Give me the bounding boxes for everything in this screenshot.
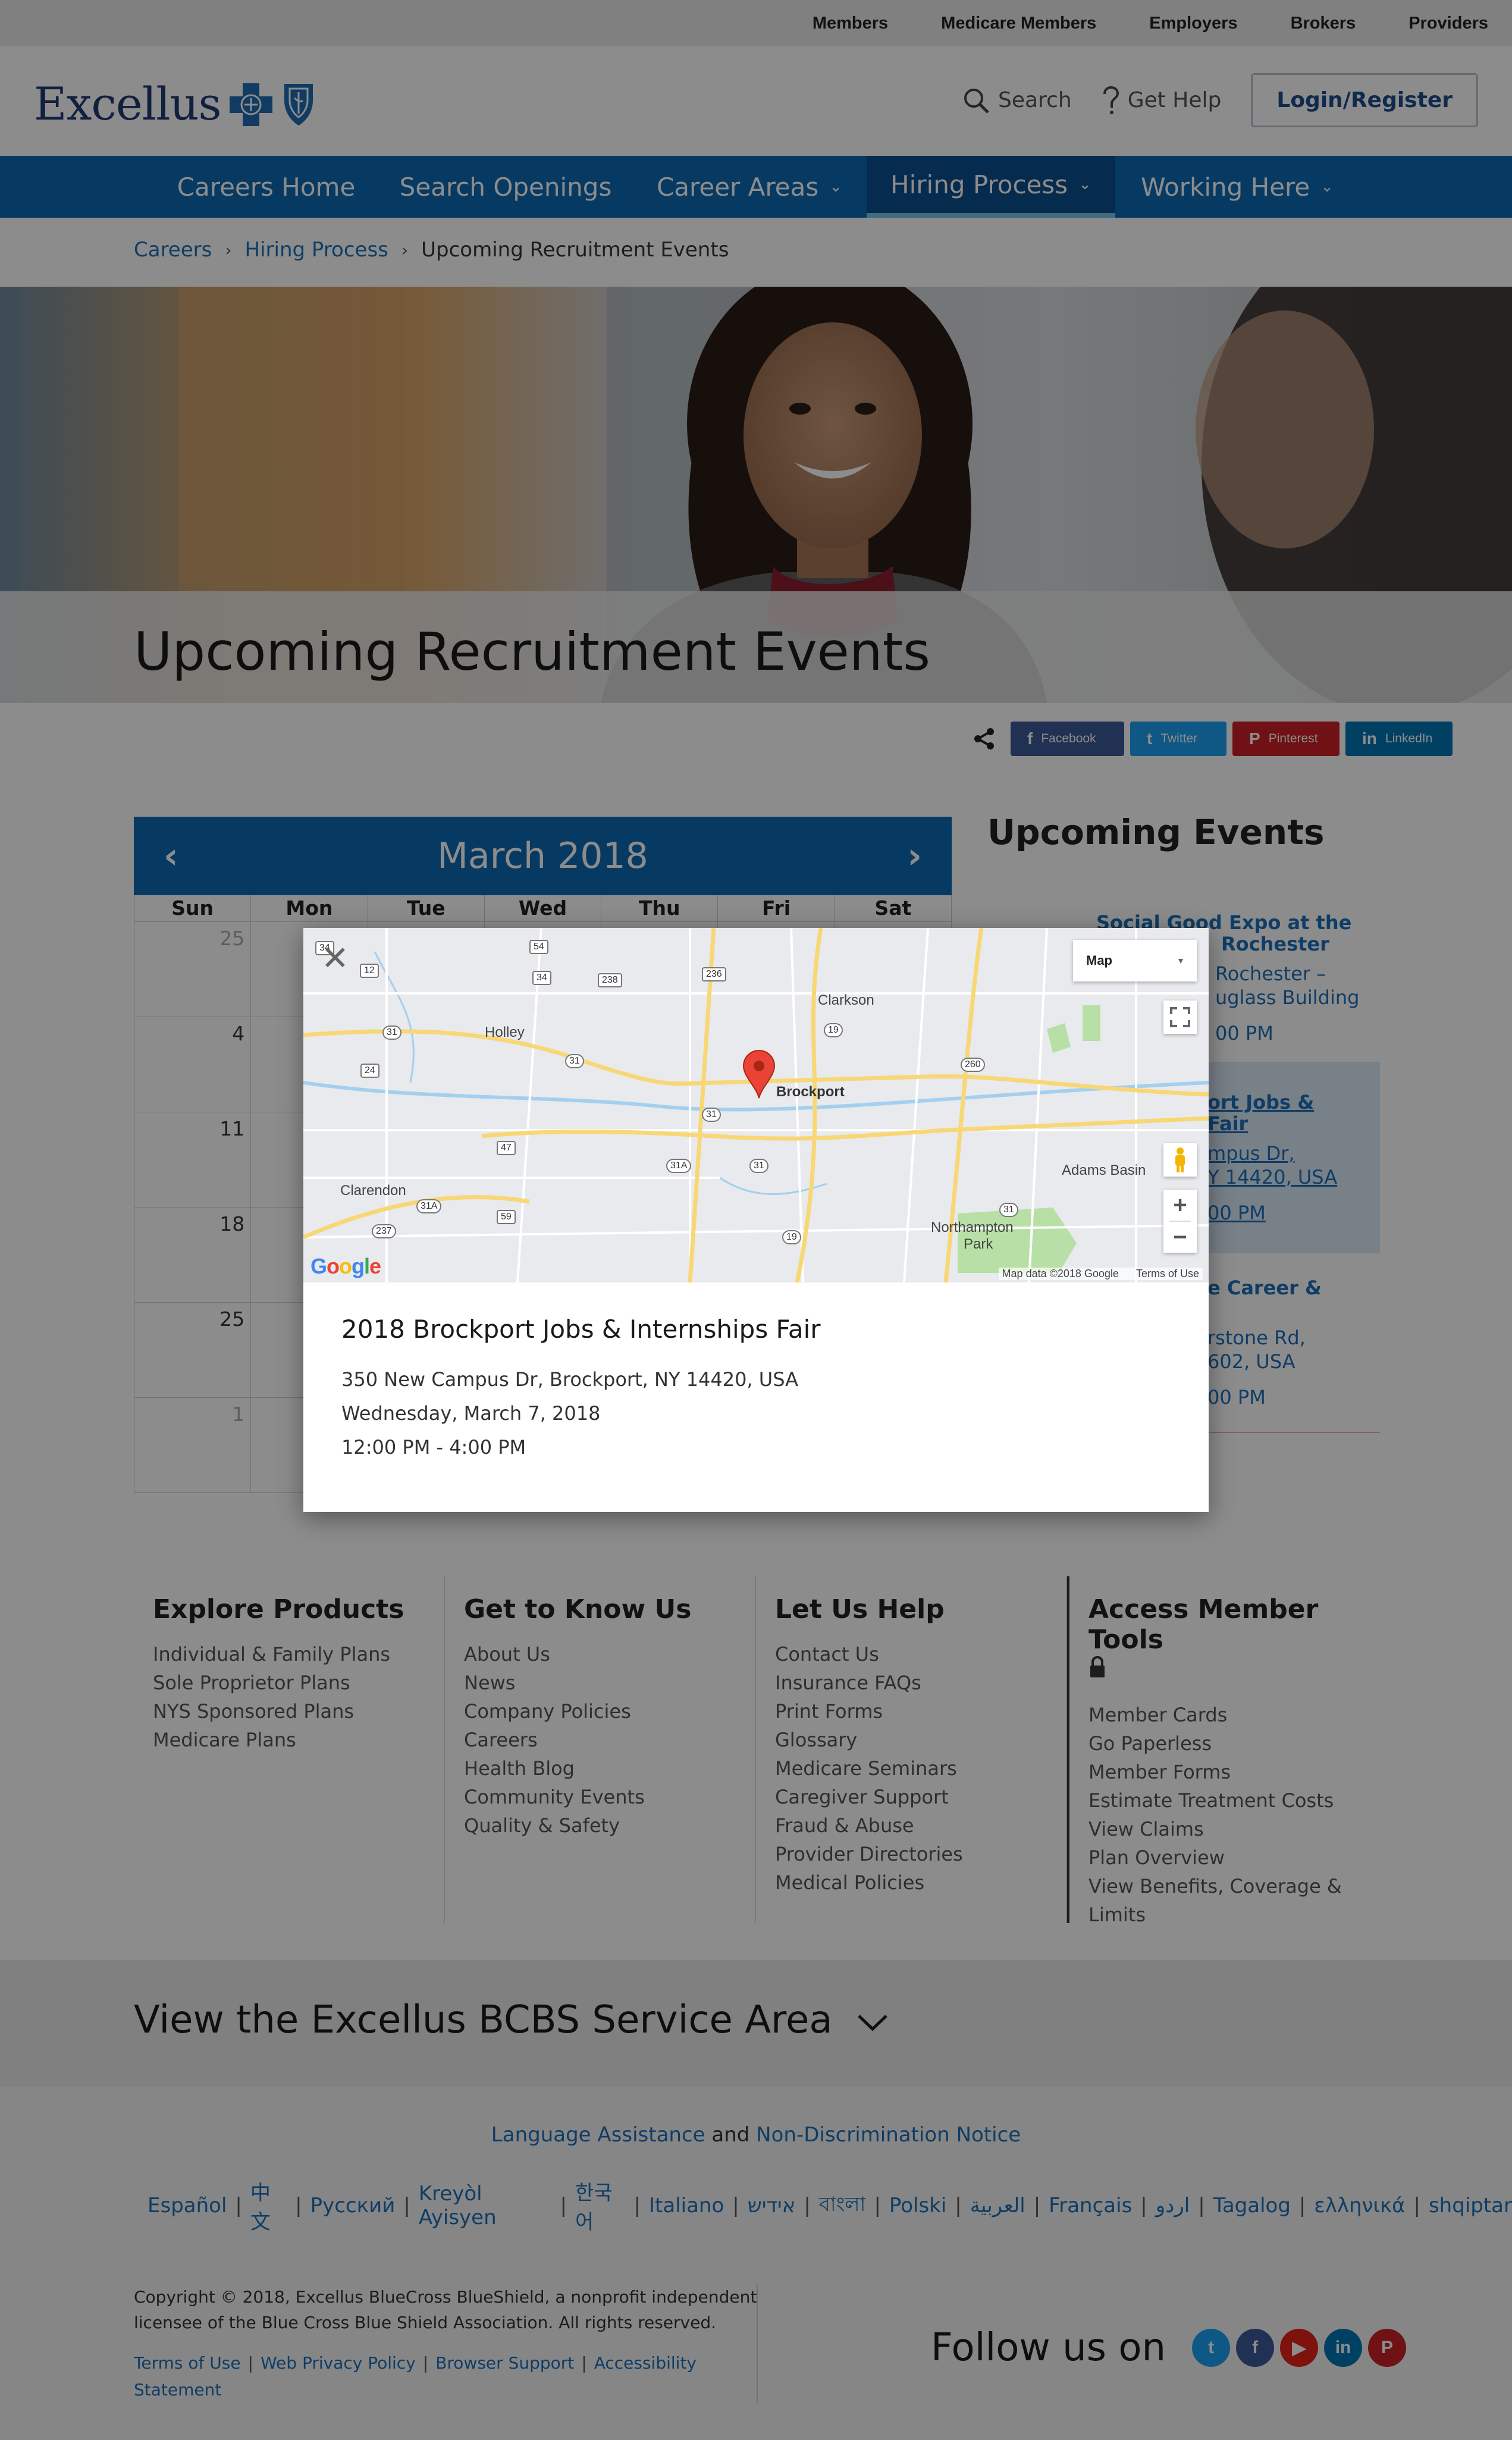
route-shield: 238 — [598, 973, 622, 987]
map-place-label: Park — [964, 1236, 993, 1252]
pegman-icon — [1175, 1147, 1185, 1172]
fullscreen-button[interactable] — [1163, 1001, 1197, 1034]
event-detail-modal: Clarkson Holley Brockport Adams Basin Cl… — [303, 928, 1209, 1512]
map-place-label: Clarkson — [818, 992, 874, 1008]
route-shield: 19 — [782, 1230, 801, 1244]
map-place-label: Northampton — [931, 1219, 1014, 1235]
route-shield: 47 — [497, 1141, 516, 1155]
event-detail-title: 2018 Brockport Jobs & Internships Fair — [341, 1315, 821, 1344]
event-detail-time: 12:00 PM - 4:00 PM — [341, 1436, 526, 1459]
route-shield: 237 — [372, 1224, 396, 1238]
map-attribution: Map data ©2018 Google Terms of Use — [998, 1268, 1203, 1280]
dropdown-arrow-icon: ▼ — [1177, 956, 1185, 965]
zoom-out-button[interactable]: − — [1173, 1222, 1187, 1253]
route-shield: 236 — [702, 967, 726, 981]
route-shield: 31A — [416, 1199, 442, 1213]
map-data-credit: Map data ©2018 Google — [1002, 1268, 1119, 1279]
route-shield: 31 — [382, 1025, 401, 1040]
route-shield: 31 — [702, 1108, 721, 1122]
event-detail-address: 350 New Campus Dr, Brockport, NY 14420, … — [341, 1368, 798, 1391]
zoom-in-button[interactable]: + — [1173, 1190, 1187, 1221]
event-details: 2018 Brockport Jobs & Internships Fair 3… — [341, 1315, 821, 1464]
map-pin-icon[interactable] — [742, 1049, 776, 1099]
route-shield: 19 — [824, 1023, 843, 1037]
route-shield: 12 — [360, 964, 379, 978]
map-place-label: Adams Basin — [1062, 1162, 1146, 1178]
map-type-label: Map — [1086, 953, 1112, 968]
map-place-label: Holley — [485, 1024, 525, 1040]
route-shield: 260 — [961, 1058, 985, 1072]
route-shield: 31 — [999, 1203, 1018, 1217]
route-shield: 34 — [532, 971, 551, 985]
route-shield: 31A — [666, 1159, 692, 1173]
close-icon[interactable]: ✕ — [321, 942, 349, 976]
fullscreen-icon — [1170, 1007, 1190, 1027]
map-terms-link[interactable]: Terms of Use — [1136, 1268, 1199, 1279]
route-shield: 31 — [565, 1054, 584, 1068]
event-detail-date: Wednesday, March 7, 2018 — [341, 1402, 601, 1425]
route-shield: 31 — [749, 1159, 768, 1173]
map-place-label: Brockport — [776, 1084, 845, 1100]
zoom-controls: + − — [1163, 1190, 1197, 1253]
map-place-label: Clarendon — [340, 1183, 406, 1199]
route-shield: 24 — [360, 1064, 379, 1078]
route-shield: 59 — [497, 1210, 516, 1224]
map-type-select[interactable]: Map ▼ — [1073, 940, 1197, 981]
street-view-pegman[interactable] — [1163, 1143, 1197, 1177]
event-map[interactable]: Clarkson Holley Brockport Adams Basin Cl… — [303, 928, 1209, 1282]
route-shield: 54 — [529, 940, 548, 954]
google-logo: Google — [310, 1254, 381, 1278]
